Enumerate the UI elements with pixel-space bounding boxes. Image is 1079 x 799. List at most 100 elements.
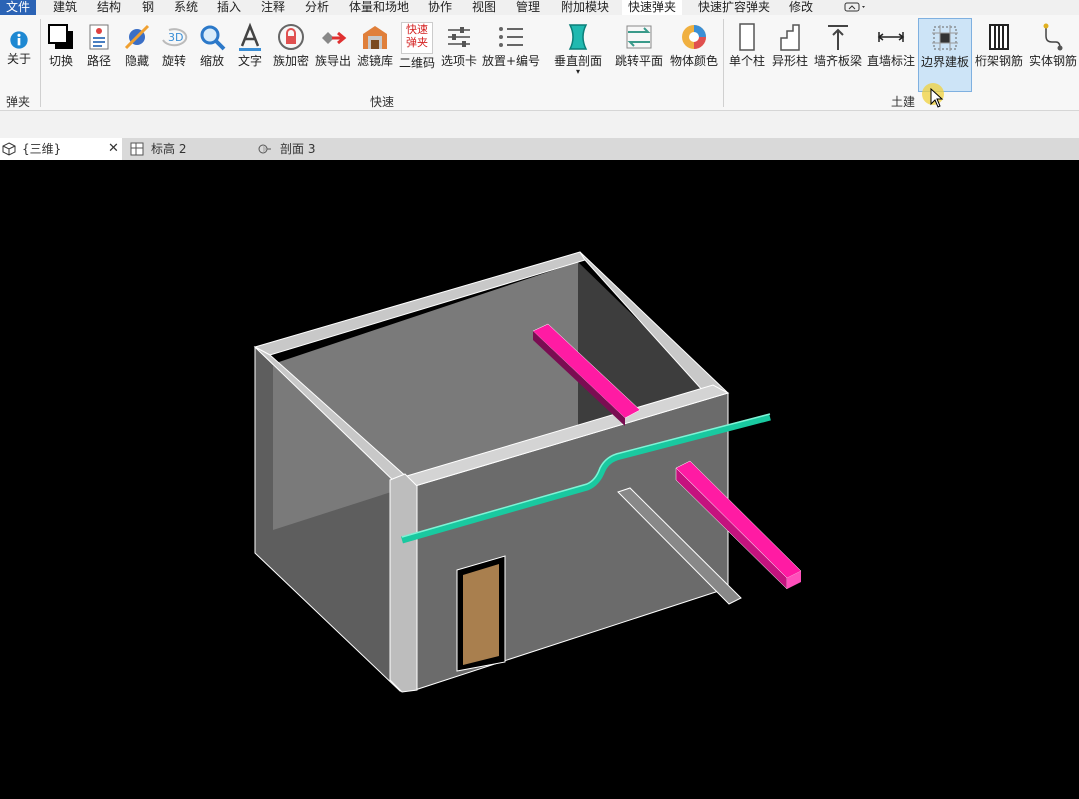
ribbon-toggle-icon[interactable] — [844, 1, 868, 16]
boundary-slab-icon — [932, 25, 958, 51]
jump-plane-button[interactable]: 跳转平面 — [613, 18, 665, 90]
menu-massing[interactable]: 体量和场地 — [349, 0, 409, 15]
menu-steel[interactable]: 钢 — [142, 0, 154, 15]
logo-line-2: 弹夹 — [406, 36, 428, 49]
export-arrow-icon — [322, 31, 347, 45]
text-button[interactable]: 文字 — [233, 18, 267, 90]
menu-structure[interactable]: 结构 — [97, 0, 121, 15]
tab-section-3[interactable]: 剖面 3 — [255, 138, 375, 160]
object-color-label: 物体颜色 — [669, 54, 718, 68]
building-model[interactable] — [0, 160, 1079, 795]
menu-annotate[interactable]: 注释 — [261, 0, 285, 15]
mouse-pointer-icon — [930, 88, 944, 108]
tab-section-3-label: 剖面 3 — [280, 142, 316, 156]
hide-button[interactable]: 隐藏 — [120, 18, 154, 90]
logo-line-1: 快速 — [406, 23, 428, 36]
menu-analyze[interactable]: 分析 — [305, 0, 329, 15]
wall-beam-button[interactable]: 墙齐板梁 — [813, 18, 863, 90]
dimension-icon — [877, 32, 905, 42]
options-card-button[interactable]: 选项卡 — [439, 18, 479, 90]
solid-rebar-label: 实体钢筋 — [1028, 54, 1077, 68]
special-column-icon — [780, 24, 800, 51]
zoom-label: 缩放 — [199, 54, 224, 68]
special-column-label: 异形柱 — [771, 54, 808, 68]
menu-quick-clip[interactable]: 快速弹夹 — [622, 0, 683, 15]
rotate-3d-icon: 3D — [162, 28, 188, 47]
color-wheel-icon — [682, 25, 706, 49]
about-label: 关于 — [6, 52, 31, 66]
3d-view-icon — [2, 142, 16, 156]
family-export-label: 族导出 — [314, 54, 351, 68]
door[interactable] — [463, 564, 499, 665]
tab-3d-view-label: {三维} — [22, 142, 62, 156]
menu-insert[interactable]: 插入 — [217, 0, 241, 15]
jump-plane-label: 跳转平面 — [614, 54, 663, 68]
menu-view[interactable]: 视图 — [472, 0, 496, 15]
options-bar — [0, 111, 1079, 138]
about-button[interactable]: 关于 — [2, 18, 36, 90]
family-export-button[interactable]: 族导出 — [314, 18, 352, 90]
family-encrypt-label: 族加密 — [272, 54, 309, 68]
straight-wall-dim-label: 直墙标注 — [866, 54, 915, 68]
menu-addins[interactable]: 附加模块 — [561, 0, 609, 15]
vertical-section-button[interactable]: 垂直剖面 ▾ — [552, 18, 604, 90]
section-icon — [568, 24, 588, 50]
qrcode-button[interactable]: 快速 弹夹 二维码 — [398, 18, 436, 90]
family-encrypt-button[interactable]: 族加密 — [271, 18, 311, 90]
numbered-list-icon — [499, 27, 523, 47]
text-icon — [239, 22, 261, 51]
menu-collaborate[interactable]: 协作 — [428, 0, 452, 15]
filter-lib-button[interactable]: 滤镜库 — [355, 18, 395, 90]
tab-3d-view[interactable]: {三维} ✕ — [0, 138, 122, 160]
truss-rebar-icon — [989, 24, 1009, 50]
menu-manage[interactable]: 管理 — [516, 0, 540, 15]
qrcode-label: 二维码 — [398, 56, 435, 70]
file-menu[interactable]: 文件 — [0, 0, 37, 15]
view-tabs: {三维} ✕ 标高 2 剖面 3 — [0, 138, 1079, 160]
sliders-icon — [448, 27, 470, 47]
solid-rebar-button[interactable]: 实体钢筋 — [1027, 18, 1079, 90]
switch-button[interactable]: 切换 — [44, 18, 78, 90]
divider — [40, 19, 41, 107]
single-column-button[interactable]: 单个柱 — [727, 18, 767, 90]
rotate-button[interactable]: 3D 旋转 — [157, 18, 191, 90]
menu-quick-expand-clip[interactable]: 快速扩容弹夹 — [698, 0, 770, 15]
text-label: 文字 — [237, 54, 262, 68]
3d-viewport[interactable] — [0, 160, 1079, 795]
switch-label: 切换 — [48, 54, 73, 68]
group-label-clip: 弹夹 — [6, 95, 31, 109]
lock-icon — [278, 24, 304, 50]
truss-rebar-button[interactable]: 桁架钢筋 — [973, 18, 1025, 90]
path-button[interactable]: 路径 — [82, 18, 116, 90]
rotate-label: 旋转 — [161, 54, 186, 68]
straight-wall-dim-button[interactable]: 直墙标注 — [865, 18, 917, 90]
floor-plan-icon — [130, 142, 144, 156]
special-column-button[interactable]: 异形柱 — [770, 18, 810, 90]
corner-column[interactable] — [389, 473, 418, 693]
single-column-label: 单个柱 — [728, 54, 765, 68]
divider — [723, 19, 724, 107]
dropdown-arrow-icon[interactable]: ▾ — [552, 68, 604, 76]
solid-rebar-icon — [1043, 23, 1063, 51]
swap-icon — [626, 25, 652, 49]
magnifier-icon — [200, 25, 226, 51]
menu-systems[interactable]: 系统 — [174, 0, 198, 15]
menu-architecture[interactable]: 建筑 — [53, 0, 77, 15]
boundary-slab-button[interactable]: 边界建板 — [918, 18, 972, 92]
zoom-button[interactable]: 缩放 — [195, 18, 229, 90]
close-icon[interactable]: ✕ — [108, 138, 119, 160]
group-label-civil: 土建 — [891, 95, 916, 109]
tab-level-2[interactable]: 标高 2 — [128, 138, 248, 160]
object-color-button[interactable]: 物体颜色 — [668, 18, 720, 90]
menu-modify[interactable]: 修改 — [789, 0, 813, 15]
path-label: 路径 — [86, 54, 111, 68]
align-top-icon — [828, 25, 848, 50]
group-label-quick: 快速 — [370, 95, 395, 109]
hide-icon — [124, 24, 150, 50]
place-number-button[interactable]: 放置+编号 — [481, 18, 541, 90]
section-view-icon — [258, 144, 271, 154]
rotate-3d-text: 3D — [168, 31, 183, 44]
path-icon — [89, 24, 109, 50]
wall-beam-label: 墙齐板梁 — [813, 54, 862, 68]
place-number-label: 放置+编号 — [481, 54, 541, 68]
